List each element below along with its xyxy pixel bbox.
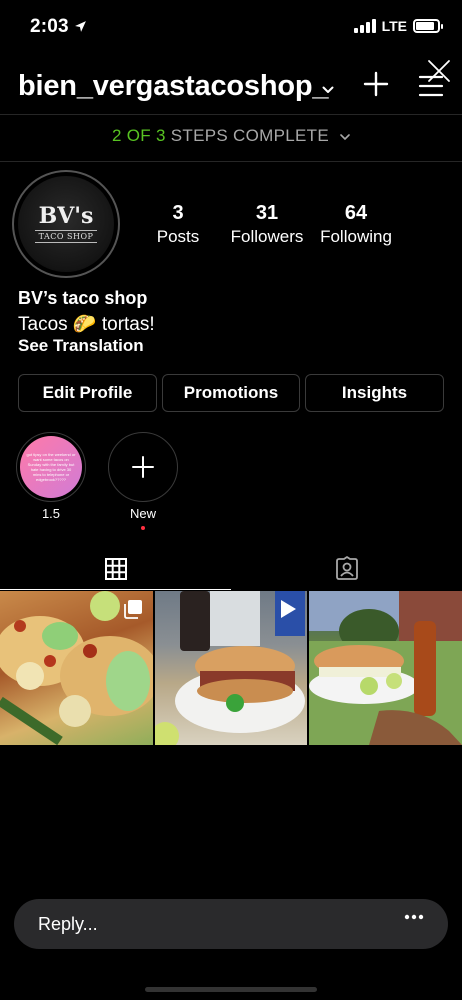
profile-bio: Tacos 🌮 tortas! bbox=[18, 314, 155, 335]
new-highlight-cover bbox=[112, 436, 174, 498]
avatar-logo-text: BV's bbox=[38, 203, 94, 229]
torta-outdoor-photo bbox=[309, 591, 462, 745]
highlight-cover-text: got tipsy on the weekend or want some ta… bbox=[26, 452, 76, 482]
steps-done: 2 OF 3 bbox=[111, 126, 166, 145]
more-options-icon[interactable] bbox=[404, 913, 424, 921]
followers-label: Followers bbox=[230, 227, 304, 246]
tab-grid[interactable] bbox=[0, 548, 231, 590]
plus-icon bbox=[132, 456, 154, 478]
network-label: LTE bbox=[381, 18, 407, 34]
promotions-button[interactable]: Promotions bbox=[162, 374, 300, 412]
following-stat[interactable]: 64 Following bbox=[314, 202, 398, 247]
home-indicator bbox=[145, 987, 317, 992]
profile-name: BV’s taco shop bbox=[18, 288, 148, 308]
new-highlight[interactable]: New bbox=[107, 432, 179, 530]
reply-bar[interactable]: Reply... bbox=[14, 899, 448, 949]
battery-fill bbox=[416, 22, 434, 30]
highlight-cover: got tipsy on the weekend or want some ta… bbox=[20, 436, 82, 498]
chevron-down-icon[interactable] bbox=[322, 84, 334, 96]
tagged-icon bbox=[335, 556, 358, 580]
location-arrow-icon bbox=[75, 21, 86, 32]
status-bar: 2:03 LTE bbox=[0, 0, 462, 56]
following-count: 64 bbox=[344, 202, 368, 224]
story-highlight[interactable]: got tipsy on the weekend or want some ta… bbox=[15, 432, 87, 521]
close-icon[interactable] bbox=[426, 58, 452, 84]
avatar-logo-subtitle: TACO SHOP bbox=[34, 230, 98, 243]
avatar: BV's TACO SHOP bbox=[18, 176, 114, 272]
profile-avatar[interactable]: BV's TACO SHOP bbox=[12, 170, 120, 278]
status-indicators: LTE bbox=[353, 18, 443, 34]
highlight-label: New bbox=[129, 506, 156, 521]
plus-icon[interactable] bbox=[363, 71, 389, 97]
profile-tabs bbox=[0, 548, 462, 590]
steps-rest: STEPS COMPLETE bbox=[170, 126, 329, 145]
post-thumbnail[interactable] bbox=[0, 591, 153, 745]
status-time: 2:03 bbox=[30, 16, 69, 37]
highlight-label: 1.5 bbox=[41, 506, 61, 521]
followers-count: 31 bbox=[255, 202, 279, 224]
video-icon bbox=[281, 600, 297, 618]
insights-button[interactable]: Insights bbox=[305, 374, 444, 412]
signal-icon bbox=[353, 19, 376, 33]
post-thumbnail[interactable] bbox=[154, 591, 308, 745]
battery-icon bbox=[413, 19, 443, 33]
reply-input[interactable]: Reply... bbox=[38, 914, 98, 935]
steps-progress[interactable]: 2 OF 3 STEPS COMPLETE bbox=[0, 126, 462, 146]
posts-label: Posts bbox=[156, 227, 200, 246]
highlight-ring bbox=[108, 432, 178, 502]
carousel-icon bbox=[123, 600, 142, 619]
tab-tagged[interactable] bbox=[231, 548, 462, 590]
post-thumbnail[interactable] bbox=[309, 591, 462, 745]
posts-stat[interactable]: 3 Posts bbox=[152, 202, 204, 247]
highlight-ring: got tipsy on the weekend or want some ta… bbox=[16, 432, 86, 502]
profile-header: bien_vergastacoshop_ bbox=[0, 60, 462, 112]
edit-profile-button[interactable]: Edit Profile bbox=[18, 374, 157, 412]
following-label: Following bbox=[320, 227, 392, 246]
followers-stat[interactable]: 31 Followers bbox=[226, 202, 308, 247]
username-switcher[interactable]: bien_vergastacoshop_ bbox=[18, 70, 328, 103]
chevron-down-icon bbox=[340, 133, 350, 140]
active-tab-indicator bbox=[0, 589, 231, 590]
divider bbox=[0, 161, 462, 162]
grid-icon bbox=[104, 558, 127, 580]
divider bbox=[0, 114, 462, 115]
posts-count: 3 bbox=[172, 202, 184, 224]
posts-grid bbox=[0, 591, 462, 745]
notification-dot bbox=[141, 526, 145, 530]
see-translation-link[interactable]: See Translation bbox=[18, 336, 144, 356]
